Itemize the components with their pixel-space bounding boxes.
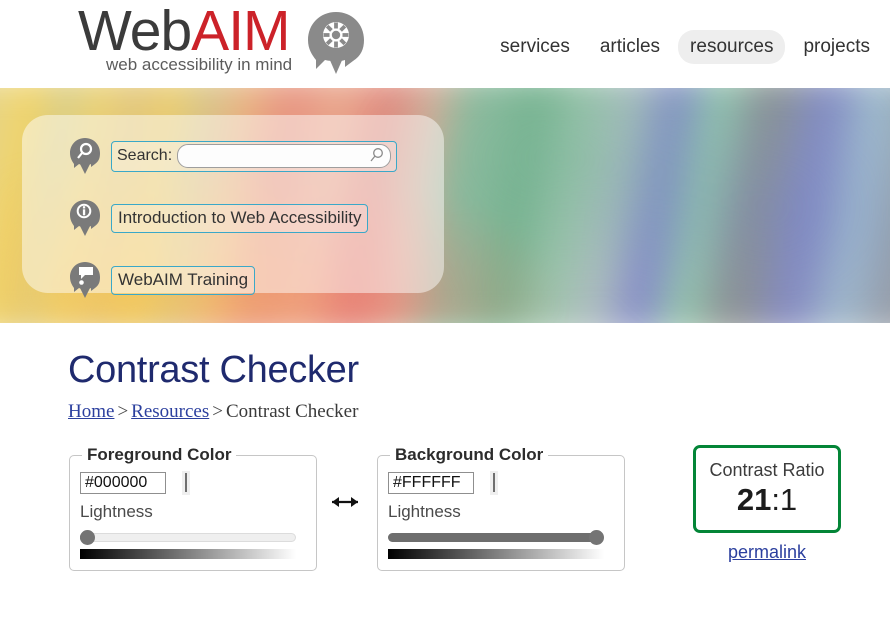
breadcrumb-home-link[interactable]: Home xyxy=(68,401,114,422)
breadcrumb-current: Contrast Checker xyxy=(225,401,359,422)
foreground-legend: Foreground Color xyxy=(87,445,232,464)
breadcrumb: Home > Resources > Contrast Checker xyxy=(0,391,890,423)
breadcrumb-resources-link[interactable]: Resources xyxy=(131,401,209,422)
foreground-color-panel: Foreground Color Lightness xyxy=(69,445,317,571)
background-hex-input[interactable] xyxy=(388,472,474,494)
contrast-ratio-suffix: :1 xyxy=(771,482,798,517)
permalink-wrap: permalink xyxy=(693,542,841,563)
background-swatch-frame xyxy=(490,471,498,495)
search-box[interactable]: Search: xyxy=(111,140,398,172)
search-label: Search: xyxy=(117,146,173,164)
permalink-link[interactable]: permalink xyxy=(728,542,806,562)
main-navigation: services articles resources projects xyxy=(488,30,882,64)
banner-quick-links-panel: Search: Introduction to Web Accessibilit… xyxy=(22,115,444,298)
training-link-row: WebAIM Training xyxy=(68,261,256,299)
head-gear-icon xyxy=(308,12,364,74)
nav-item-articles[interactable]: articles xyxy=(588,30,672,64)
breadcrumb-separator-1: > xyxy=(117,401,129,422)
logo-word-web: Web xyxy=(78,0,192,63)
logo-word-aim: AIM xyxy=(191,0,290,63)
foreground-color-swatch[interactable] xyxy=(185,473,187,492)
search-input[interactable] xyxy=(177,143,392,168)
nav-item-projects[interactable]: projects xyxy=(791,30,882,64)
swap-horizontal-arrow-icon[interactable] xyxy=(325,489,365,515)
foreground-slider-track[interactable] xyxy=(80,533,296,542)
site-header: WebAIM web accessibility in mind service… xyxy=(0,0,890,88)
intro-web-accessibility-link[interactable]: Introduction to Web Accessibility xyxy=(111,203,369,233)
foreground-slider-thumb[interactable] xyxy=(80,530,95,545)
head-speech-bubble-icon xyxy=(70,262,100,298)
intro-link-row: Introduction to Web Accessibility xyxy=(68,199,369,237)
background-slider-fill xyxy=(388,533,597,542)
background-lightness-label: Lightness xyxy=(388,502,461,521)
foreground-gradient-bar xyxy=(80,549,296,559)
nav-item-resources[interactable]: resources xyxy=(678,30,786,64)
contrast-ratio-number: 21 xyxy=(736,482,772,517)
background-color-panel: Background Color Lightness xyxy=(377,445,625,571)
contrast-ratio-label: Contrast Ratio xyxy=(709,460,825,480)
background-gradient-bar xyxy=(388,549,604,559)
background-lightness-slider[interactable] xyxy=(388,530,604,545)
foreground-lightness-label: Lightness xyxy=(80,502,153,521)
foreground-swatch-frame xyxy=(182,471,190,495)
contrast-checker-tool: Foreground Color Lightness Backgrou xyxy=(0,445,890,595)
head-info-icon xyxy=(70,200,100,236)
background-legend: Background Color xyxy=(395,445,544,464)
webaim-training-link[interactable]: WebAIM Training xyxy=(111,265,256,295)
background-color-row xyxy=(388,471,614,495)
contrast-ratio-value: 21:1 xyxy=(696,483,838,517)
breadcrumb-separator-2: > xyxy=(212,401,223,422)
background-color-swatch[interactable] xyxy=(493,473,495,492)
foreground-hex-input[interactable] xyxy=(80,472,166,494)
main-content: Contrast Checker Home > Resources > Contrast… xyxy=(0,323,890,595)
head-magnifier-icon xyxy=(70,138,100,174)
contrast-result: Contrast Ratio 21:1 permalink xyxy=(693,445,841,563)
contrast-ratio-box: Contrast Ratio 21:1 xyxy=(693,445,841,533)
background-slider-thumb[interactable] xyxy=(589,530,604,545)
hero-banner: Search: Introduction to Web Accessibilit… xyxy=(0,88,890,323)
magnifier-icon xyxy=(370,147,384,161)
page-title: Contrast Checker xyxy=(68,349,359,391)
nav-item-services[interactable]: services xyxy=(488,30,582,64)
foreground-lightness-slider[interactable] xyxy=(80,530,296,545)
foreground-color-row xyxy=(80,471,306,495)
search-row: Search: xyxy=(68,137,398,175)
